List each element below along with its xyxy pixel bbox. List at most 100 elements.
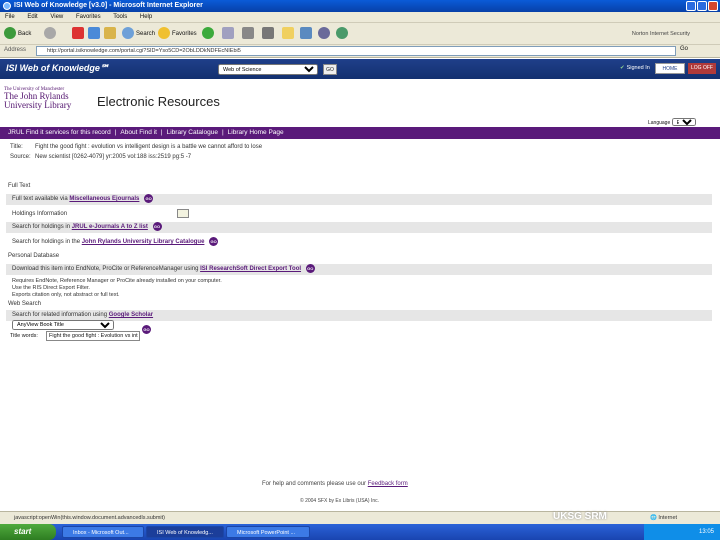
messenger-button[interactable] [318, 27, 332, 41]
start-button[interactable]: start [0, 524, 56, 540]
print-icon [242, 27, 254, 40]
feedback-link[interactable]: Feedback form [368, 481, 408, 487]
search-button[interactable]: Search [122, 27, 155, 41]
research-icon [300, 27, 312, 40]
research-button[interactable] [300, 27, 314, 41]
catalogue-link[interactable]: John Rylands University Library Catalogu… [82, 239, 205, 245]
download-prefix: Download this item into EndNote, ProCite… [12, 266, 199, 273]
menu-file[interactable]: File [5, 14, 15, 20]
clock: 13:05 [698, 529, 714, 535]
wos-logo[interactable]: ISI Web of Knowledge℠ [6, 63, 109, 74]
web-search-heading: Web Search [8, 301, 41, 307]
export-note-1: Requires EndNote, Reference Manager or P… [12, 278, 222, 284]
address-go-button[interactable]: Go [680, 46, 688, 52]
footer-help: For help and comments please use our Fee… [262, 481, 408, 487]
mail-icon [222, 27, 234, 40]
nav-library-catalogue[interactable]: Library Catalogue [167, 129, 218, 136]
home-button[interactable] [104, 27, 118, 41]
ejournals-prefix: Search for holdings in [12, 224, 71, 231]
people-icon [336, 27, 348, 40]
window-title: ISI Web of Knowledge [v3.0] - Microsoft … [14, 2, 203, 9]
address-input[interactable]: http://portal.isiknowledge.com/portal.cg… [36, 46, 676, 56]
ejournals-row: Search for holdings in JRUL e-Journals A… [6, 222, 712, 233]
maximize-button[interactable] [697, 1, 707, 11]
history-icon [202, 27, 214, 40]
folder-button[interactable] [282, 27, 296, 41]
status-bar: javascript:openWin(this.window.document.… [0, 511, 720, 524]
record-title-label: Title: [10, 144, 23, 150]
scholar-field-select[interactable]: AnyView Book Title [12, 320, 114, 330]
menu-bar: File Edit View Favorites Tools Help [0, 12, 720, 23]
holdings-row: Holdings Information [6, 209, 712, 220]
export-note-2: Use the RIS Direct Export Filter. [12, 285, 90, 291]
logout-button[interactable]: LOG OFF [688, 63, 716, 74]
title-words-label: Title words: [10, 333, 38, 339]
norton-label[interactable]: Norton Internet Security [632, 31, 690, 37]
google-scholar-link[interactable]: Google Scholar [109, 312, 153, 318]
go-icon[interactable]: GO [209, 237, 219, 246]
watermark: UKSG SRM [553, 511, 607, 522]
forward-arrow-icon [44, 27, 56, 40]
logo-line-3: University Library [4, 100, 72, 110]
back-button[interactable]: Back [4, 27, 31, 41]
record-source-value: New scientist [0262-4079] yr:2005 vol:18… [35, 154, 192, 160]
internet-zone: 🌐 Internet [650, 515, 678, 521]
go-icon[interactable]: GO [305, 264, 315, 273]
misc-ejournals-link[interactable]: Miscellaneous Ejournals [69, 196, 139, 202]
window-titlebar: ISI Web of Knowledge [v3.0] - Microsoft … [0, 0, 720, 12]
star-icon [158, 27, 170, 40]
home-link-button[interactable]: HOME [655, 63, 685, 74]
people-button[interactable] [336, 27, 350, 41]
taskbar-item-powerpoint[interactable]: Microsoft PowerPoint ... [226, 526, 310, 538]
go-icon[interactable]: GO [142, 325, 151, 334]
mail-button[interactable] [222, 27, 236, 41]
stop-button[interactable] [72, 27, 86, 41]
export-tool-link[interactable]: ISI ResearchSoft Direct Export Tool [200, 266, 301, 272]
back-arrow-icon [4, 27, 16, 40]
menu-tools[interactable]: Tools [113, 14, 127, 20]
menu-help[interactable]: Help [140, 14, 152, 20]
database-select[interactable]: Web of Science [218, 64, 318, 75]
record-source-label: Source: [10, 154, 31, 160]
menu-favorites[interactable]: Favorites [76, 14, 101, 20]
database-go-button[interactable]: GO [323, 64, 337, 75]
language-control: Language English [648, 118, 696, 126]
minimize-button[interactable] [686, 1, 696, 11]
page-title: Electronic Resources [97, 94, 220, 109]
home-icon [104, 27, 116, 40]
nav-library-home[interactable]: Library Home Page [228, 129, 284, 136]
print-button[interactable] [242, 27, 256, 41]
title-words-input[interactable]: Fight the good fight : Evolution vs int [46, 331, 140, 341]
refresh-button[interactable] [88, 27, 102, 41]
personal-db-heading: Personal Database [8, 253, 60, 259]
go-icon[interactable]: GO [144, 194, 154, 203]
nav-find-it-services[interactable]: JRUL Find it services for this record [8, 129, 111, 136]
go-icon[interactable]: GO [152, 222, 162, 231]
close-button[interactable] [708, 1, 718, 11]
language-select[interactable]: English [671, 118, 696, 126]
address-bar: Address http://portal.isiknowledge.com/p… [0, 45, 720, 58]
university-logo: The University of Manchester The John Ry… [4, 87, 71, 110]
holdings-label: Holdings Information [12, 211, 68, 218]
record-title: Title: Fight the good fight : evolution v… [10, 144, 262, 150]
nav-about-find-it[interactable]: About Find it [120, 129, 157, 136]
menu-edit[interactable]: Edit [27, 14, 37, 20]
taskbar: start Inbox - Microsoft Out... ISI Web o… [0, 524, 720, 540]
holdings-select[interactable] [176, 209, 189, 218]
taskbar-item-wok[interactable]: ISI Web of Knowledg... [146, 526, 224, 538]
taskbar-item-inbox[interactable]: Inbox - Microsoft Out... [62, 526, 144, 538]
edit-button[interactable] [262, 27, 276, 41]
menu-view[interactable]: View [50, 14, 63, 20]
ejournals-az-link[interactable]: JRUL e-Journals A to Z list [72, 224, 148, 230]
signed-in-status: ✔ Signed In [620, 65, 650, 71]
copyright: © 2004 SFX by Ex Libris (USA) Inc. [300, 498, 379, 504]
nav-separator: | [114, 129, 117, 136]
footer-text: For help and comments please use our [262, 481, 367, 487]
record-source: Source: New scientist [0262-4079] yr:2005… [10, 154, 191, 160]
stop-icon [72, 27, 84, 40]
forward-button[interactable] [44, 27, 58, 41]
favorites-button[interactable]: Favorites [158, 27, 197, 41]
full-text-heading: Full Text [8, 183, 31, 189]
history-button[interactable] [202, 27, 216, 41]
full-text-prefix: Full text available via [12, 196, 68, 203]
